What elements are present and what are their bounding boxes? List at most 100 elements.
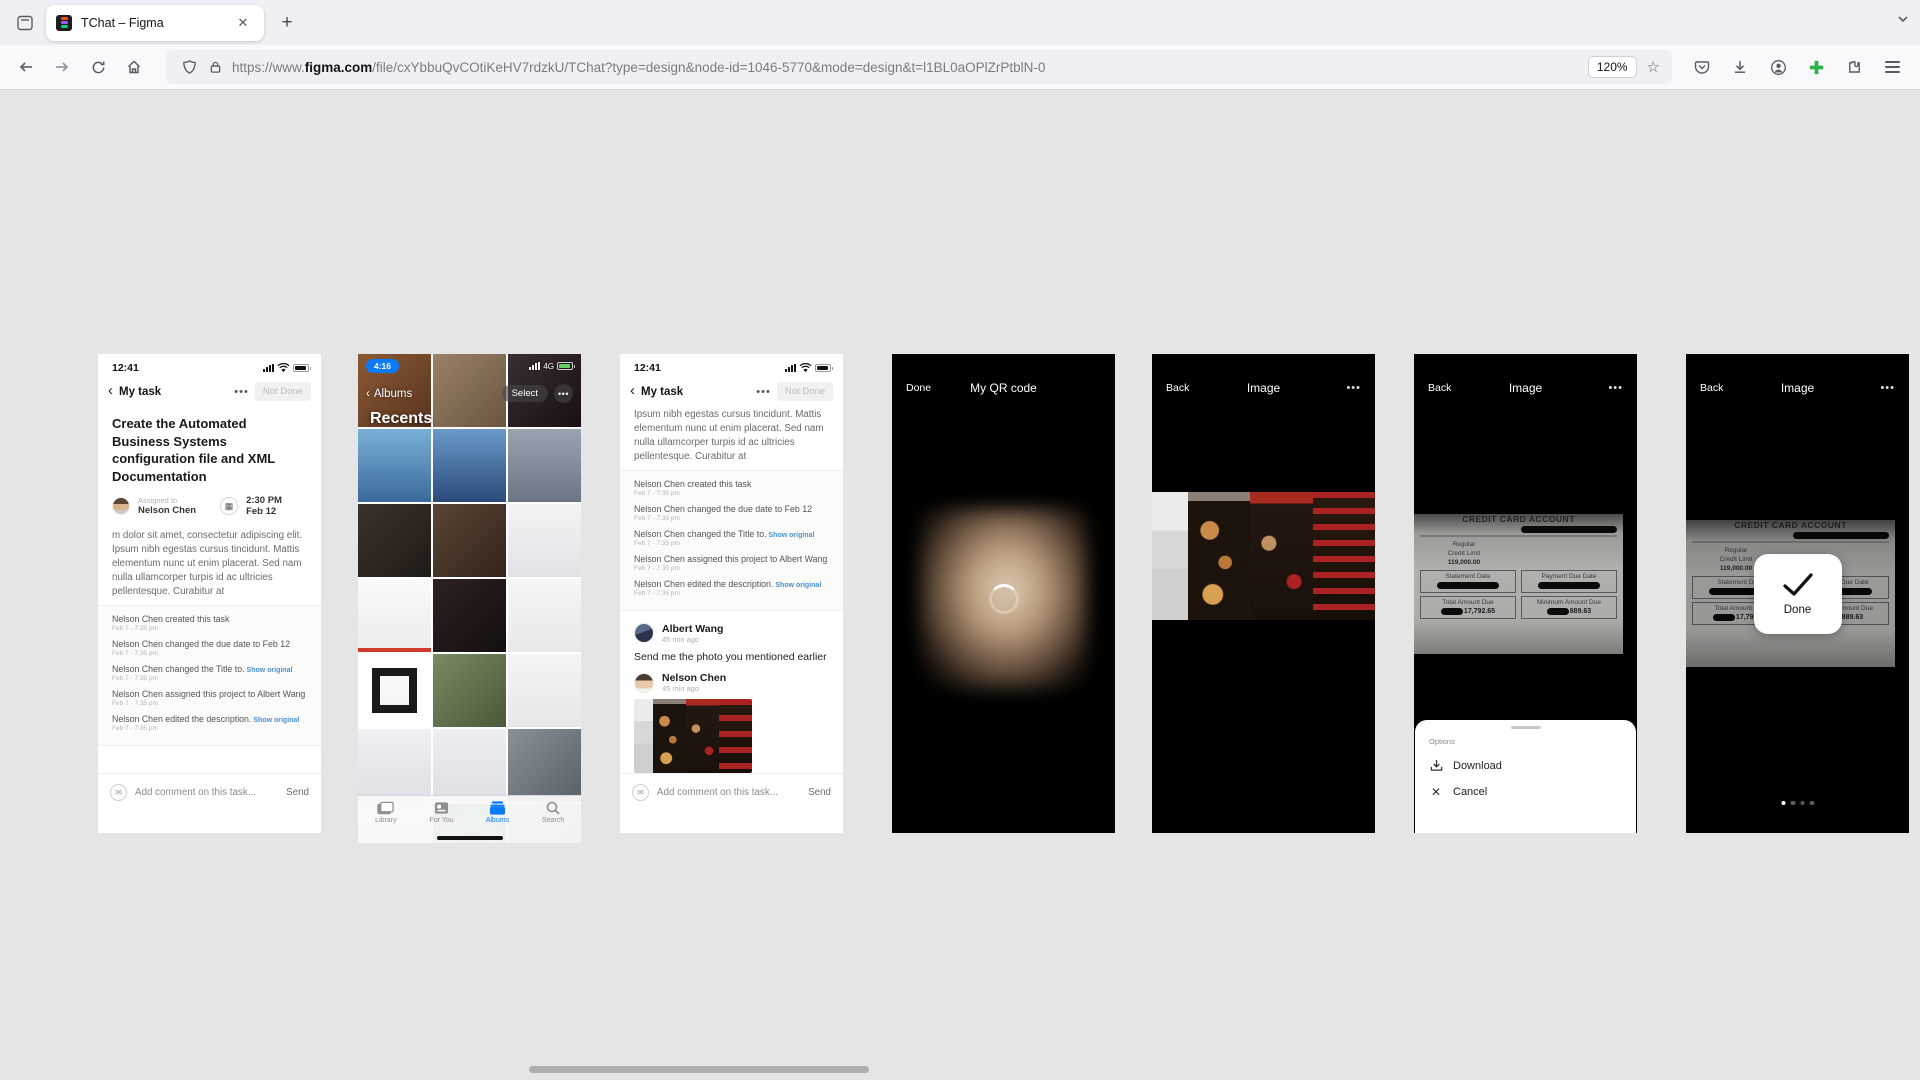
tracking-shield-icon[interactable]: [176, 59, 202, 75]
comment-input[interactable]: Add comment on this task...: [657, 787, 800, 798]
show-original-link[interactable]: Show original: [253, 717, 299, 724]
task-nav-bar: ‹ My task ••• Not Done: [98, 376, 321, 407]
browser-tab[interactable]: TChat – Figma ✕: [46, 5, 264, 41]
photo-tile[interactable]: [433, 654, 506, 727]
downloads-icon[interactable]: [1724, 51, 1756, 83]
back-chevron-icon[interactable]: ‹: [108, 383, 113, 398]
photo-tile[interactable]: [433, 729, 506, 802]
redaction-bar: [1521, 526, 1617, 533]
credit-card-statement: CREDIT CARD ACCOUNT Regular Credit Limit…: [1414, 514, 1623, 654]
tab-close-icon[interactable]: ✕: [232, 12, 254, 34]
photo-tile[interactable]: [508, 429, 581, 502]
download-option[interactable]: Download: [1429, 759, 1622, 772]
image-menu-icon[interactable]: •••: [1880, 382, 1895, 394]
list-tabs-chevron-icon[interactable]: [1896, 12, 1910, 31]
photo-tile[interactable]: [508, 579, 581, 652]
photo-tile[interactable]: [358, 429, 431, 502]
not-done-button[interactable]: Not Done: [777, 382, 833, 401]
frame-image-viewer-options[interactable]: Full Screen Task _ Full Screen Im... Ima…: [1414, 354, 1637, 833]
firefox-view-icon[interactable]: [8, 6, 42, 40]
show-original-link[interactable]: Show original: [247, 667, 293, 674]
adblock-plus-icon[interactable]: [1800, 51, 1832, 83]
done-toast: Done: [1754, 554, 1842, 634]
task-menu-icon[interactable]: •••: [756, 386, 771, 398]
comment-input[interactable]: Add comment on this task...: [135, 787, 278, 798]
assignee-avatar: [112, 497, 130, 515]
back-button[interactable]: Back: [1700, 382, 1723, 394]
done-button[interactable]: Done: [906, 382, 931, 394]
albums-back-button[interactable]: ‹Albums: [366, 388, 412, 400]
wifi-icon: [277, 363, 290, 373]
frame-full-screen-task-default[interactable]: Full Screen Task _ Default 12:41 ‹ My ta…: [620, 354, 843, 833]
photo-tile[interactable]: [508, 729, 581, 802]
task-menu-icon[interactable]: •••: [234, 386, 249, 398]
battery-icon: [293, 364, 309, 372]
page-dots: [1781, 801, 1814, 806]
send-button[interactable]: Send: [286, 787, 309, 798]
forward-button[interactable]: [46, 51, 78, 83]
pocket-icon[interactable]: [1686, 51, 1718, 83]
reload-button[interactable]: [82, 51, 114, 83]
photo-tile[interactable]: [358, 504, 431, 577]
avatar: [634, 623, 654, 643]
page-zoom-badge[interactable]: 120%: [1588, 56, 1637, 78]
activity-item: Nelson Chen assigned this project to Alb…: [634, 554, 829, 572]
cancel-option[interactable]: ✕ Cancel: [1429, 785, 1622, 799]
account-icon[interactable]: [1762, 51, 1794, 83]
avatar: [634, 673, 654, 693]
photo-tile[interactable]: [433, 504, 506, 577]
photo-tile[interactable]: [358, 729, 431, 802]
show-original-link[interactable]: Show original: [775, 582, 821, 589]
back-button[interactable]: Back: [1428, 382, 1451, 394]
viewed-image[interactable]: [1152, 492, 1375, 620]
tab-search[interactable]: Search: [525, 801, 581, 824]
chat-message: Send me the photo you mentioned earlier: [634, 650, 829, 665]
figma-favicon-icon: [56, 15, 72, 31]
photo-tile[interactable]: [433, 579, 506, 652]
image-menu-icon[interactable]: •••: [1346, 382, 1361, 394]
figma-canvas[interactable]: Full Screen Task _ Loading State 12:41 ‹…: [0, 91, 1920, 1080]
image-menu-icon[interactable]: •••: [1608, 382, 1623, 394]
frame-qr-code-loading[interactable]: Full Screen Task _ Full Screen Im... My …: [892, 354, 1115, 833]
photo-tile[interactable]: [508, 504, 581, 577]
not-done-button[interactable]: Not Done: [255, 382, 311, 401]
task-title: Create the Automated Business Systems co…: [98, 407, 321, 489]
photo-tile[interactable]: [358, 654, 431, 727]
frame-image-viewer-menu[interactable]: Full Screen Task _ Full Screen Im... Ima…: [1152, 354, 1375, 833]
task-description: m dolor sit amet, consectetur adipiscing…: [98, 523, 321, 605]
browser-tab-bar: TChat – Figma ✕ +: [0, 0, 1920, 45]
lock-icon[interactable]: [202, 60, 228, 74]
frame-full-screen-task-loading-state[interactable]: Full Screen Task _ Loading State 12:41 ‹…: [98, 354, 321, 833]
select-button[interactable]: Select: [502, 385, 548, 402]
tab-for-you[interactable]: For You: [414, 801, 470, 824]
new-tab-button[interactable]: +: [272, 8, 302, 38]
chat-photo-attachment[interactable]: [634, 699, 752, 773]
home-button[interactable]: [118, 51, 150, 83]
send-button[interactable]: Send: [808, 787, 831, 798]
viewed-image[interactable]: CREDIT CARD ACCOUNT Regular Credit Limit…: [1414, 514, 1637, 654]
extensions-puzzle-icon[interactable]: [1838, 51, 1870, 83]
task-nav-bar: ‹ My task ••• Not Done: [620, 376, 843, 407]
album-title: Recents: [370, 410, 432, 428]
photo-tile[interactable]: [508, 654, 581, 727]
more-options-icon[interactable]: •••: [554, 384, 573, 403]
tab-albums[interactable]: Albums: [470, 801, 526, 824]
sheet-drag-handle[interactable]: [1511, 726, 1541, 729]
show-original-link[interactable]: Show original: [769, 532, 815, 539]
frame-photos-screenshot[interactable]: IMG_F671CEA9B4E8-1 1 4:16 4G ‹Albums Sel…: [358, 354, 581, 843]
back-button[interactable]: Back: [1166, 382, 1189, 394]
menu-hamburger-icon[interactable]: [1876, 51, 1908, 83]
frame-image-viewer-done[interactable]: Full Screen Task _ Full Screen Im... Ima…: [1686, 354, 1909, 833]
horizontal-scrollbar[interactable]: [529, 1066, 869, 1073]
back-chevron-icon[interactable]: ‹: [630, 383, 635, 398]
redaction-bar: [1437, 582, 1499, 589]
bookmark-star-icon[interactable]: ☆: [1647, 58, 1660, 76]
redaction-bar: [1441, 608, 1463, 615]
call-time-pill[interactable]: 4:16: [366, 359, 399, 373]
tab-library[interactable]: Library: [358, 801, 414, 824]
envelope-icon: ✉: [110, 784, 127, 801]
photo-tile[interactable]: [433, 429, 506, 502]
photo-tile[interactable]: [358, 579, 431, 652]
back-button[interactable]: [10, 51, 42, 83]
url-bar[interactable]: https://www.figma.com/file/cxYbbuQvCOtiK…: [166, 50, 1672, 84]
